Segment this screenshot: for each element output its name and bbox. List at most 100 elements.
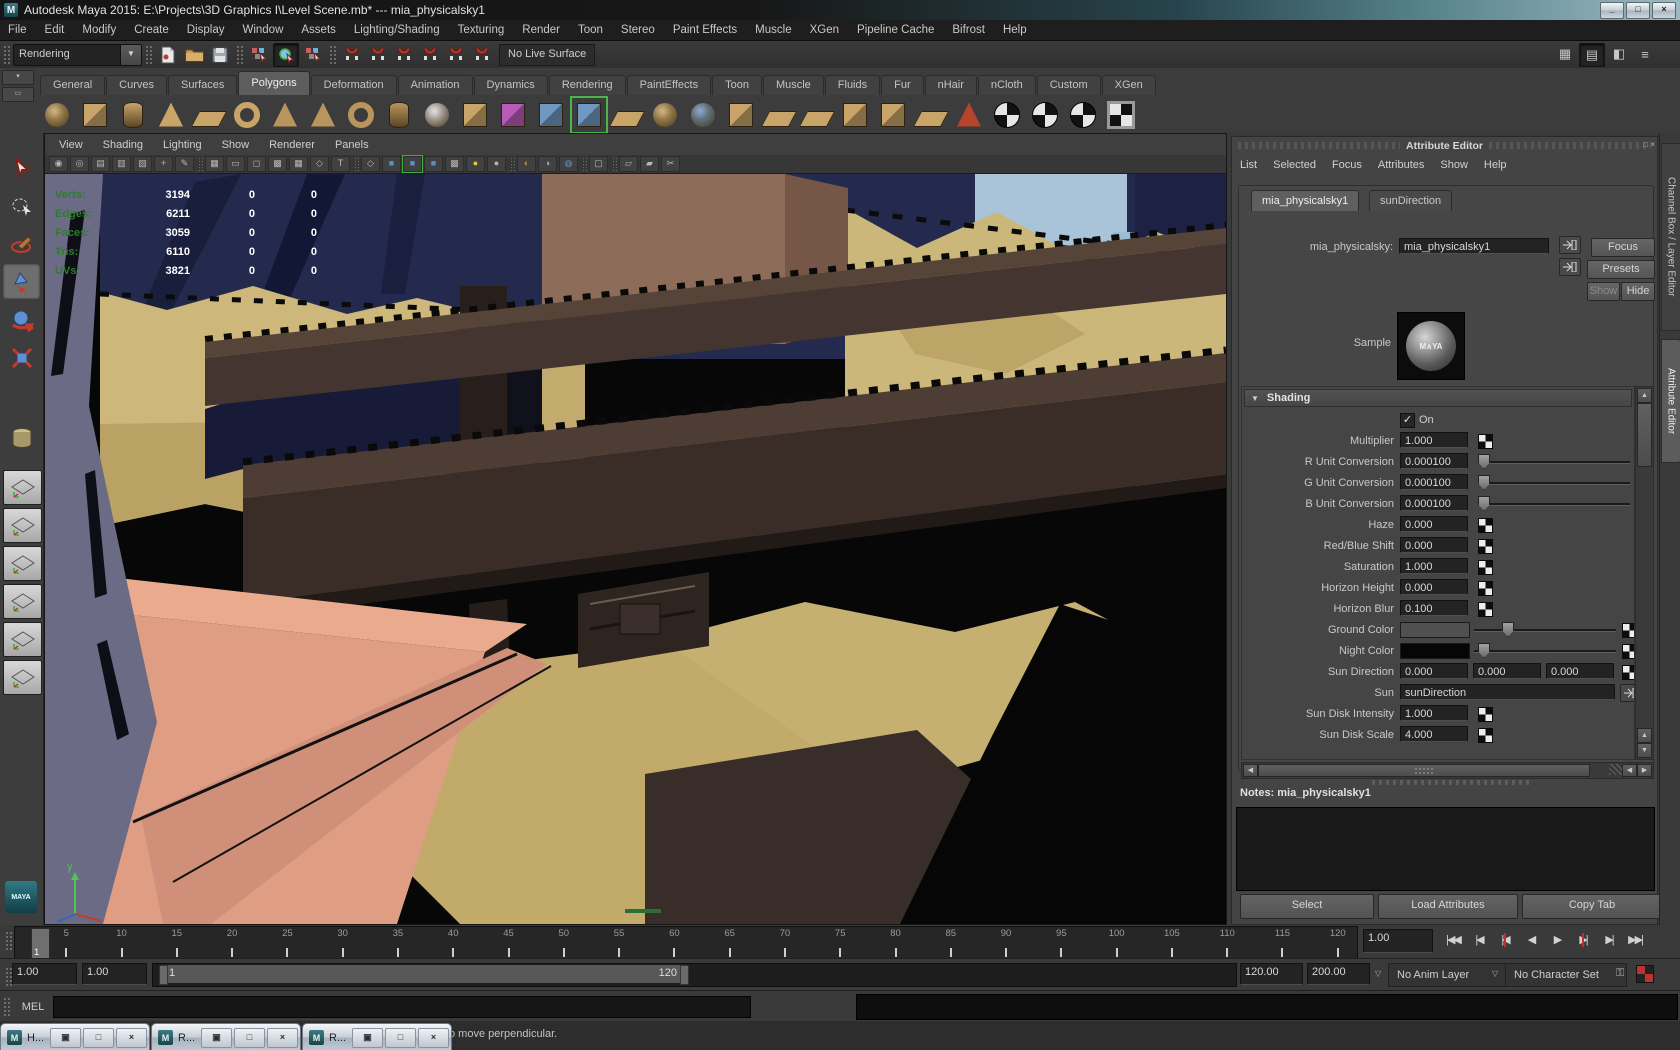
quad-draw-icon[interactable] (1028, 98, 1062, 132)
play-forwards-button[interactable]: ▶ (1544, 928, 1570, 952)
use-default-material-icon[interactable]: ■ (424, 156, 443, 172)
command-line-grip[interactable] (3, 997, 10, 1017)
open-scene-icon[interactable] (182, 44, 206, 66)
snap-to-point-icon[interactable] (392, 44, 416, 66)
poly-soccer-ball-icon[interactable] (420, 98, 454, 132)
sun-disk-intensity-map-button[interactable] (1478, 707, 1493, 722)
range-bar-track[interactable]: 1 120 (152, 963, 1237, 987)
isolate-select-icon[interactable]: ▢ (589, 156, 608, 172)
poly-plane-icon[interactable] (192, 98, 226, 132)
time-slider-grip[interactable] (5, 931, 12, 951)
poly-sphere-icon[interactable] (40, 98, 74, 132)
minimize-button[interactable]: _ (1600, 2, 1624, 19)
scroll-down-icon[interactable]: ▼ (1637, 743, 1652, 758)
scroll-left-icon[interactable]: ◀ (1243, 764, 1258, 777)
menu-assets[interactable]: Assets (301, 24, 336, 36)
insert-edge-loop-icon[interactable] (876, 98, 910, 132)
maximize-button[interactable]: □ (1626, 2, 1650, 19)
select-tool[interactable] (3, 150, 40, 185)
menu-create[interactable]: Create (134, 24, 169, 36)
notes-divider[interactable] (1372, 780, 1532, 785)
minimized-window[interactable]: MR...▣□× (151, 1023, 301, 1050)
playhead[interactable]: 1 (31, 928, 50, 959)
single-pane-layout[interactable] (3, 470, 42, 505)
poly-cube-icon[interactable] (78, 98, 112, 132)
field-chart-icon[interactable]: ▦ (289, 156, 308, 172)
menu-modify[interactable]: Modify (82, 24, 116, 36)
shading-section-header[interactable]: ▼Shading (1244, 389, 1632, 407)
g-unit-conversion-field[interactable]: 0.000100 (1400, 474, 1468, 490)
menu-file[interactable]: File (8, 24, 27, 36)
snap-to-curve-icon[interactable] (366, 44, 390, 66)
horizon-blur-map-button[interactable] (1478, 602, 1493, 617)
poly-prism-icon[interactable] (268, 98, 302, 132)
saturation-field[interactable]: 1.000 (1400, 558, 1468, 574)
menu-paint-effects[interactable]: Paint Effects (673, 24, 737, 36)
sun-direction-2-field[interactable]: 0.000 (1546, 663, 1614, 679)
command-line-mode-button[interactable]: MEL (13, 1001, 53, 1013)
r-unit-conversion-slider-handle[interactable] (1478, 454, 1490, 469)
shelf-tab-icon[interactable]: ▭ (2, 87, 34, 102)
shelf-tab-fluids[interactable]: Fluids (825, 75, 880, 95)
set-key-icon[interactable]: ⚿ (1616, 967, 1624, 980)
save-scene-icon[interactable] (208, 44, 232, 66)
red-blue-shift-field[interactable]: 0.000 (1400, 537, 1468, 553)
menu-toon[interactable]: Toon (578, 24, 603, 36)
smooth-icon[interactable] (686, 98, 720, 132)
mel-command-input[interactable] (53, 996, 751, 1018)
poly-torus-icon[interactable] (230, 98, 264, 132)
persp-panels-layout[interactable] (3, 584, 42, 619)
horizon-height-field[interactable]: 0.000 (1400, 579, 1468, 595)
character-set-selector[interactable]: No Character Set (1505, 963, 1627, 987)
grease-pencil-icon[interactable]: ✎ (175, 156, 194, 172)
poly-pyramid-icon[interactable] (306, 98, 340, 132)
select-camera-icon[interactable]: ◉ (49, 156, 68, 172)
image-plane-icon[interactable]: ▧ (133, 156, 152, 172)
extrude-icon[interactable] (724, 98, 758, 132)
saturation-map-button[interactable] (1478, 560, 1493, 575)
step-forward-key-button[interactable]: ▶| (1596, 928, 1622, 952)
ae-menu-focus[interactable]: Focus (1332, 159, 1362, 171)
shelf-menu-icon[interactable]: ▾ (2, 70, 34, 85)
move-tool[interactable] (3, 264, 40, 299)
select-button[interactable]: Select (1240, 894, 1374, 919)
animation-start-field[interactable]: 1.00 (12, 963, 77, 985)
ae-vertical-scrollbar[interactable]: ▲▲▼ (1635, 386, 1654, 760)
sculpt-geometry-icon[interactable] (496, 98, 530, 132)
sun-direction-1-field[interactable]: 0.000 (1473, 663, 1541, 679)
bookmark-icon[interactable]: ▥ (112, 156, 131, 172)
uv-snapshot-icon[interactable] (1104, 98, 1138, 132)
checker-material-icon[interactable]: ▩ (445, 156, 464, 172)
ground-color-map-button[interactable] (1622, 623, 1635, 638)
range-bar[interactable]: 1 120 (159, 965, 689, 983)
ae-menu-help[interactable]: Help (1484, 159, 1507, 171)
resolution-gate-icon[interactable]: ◻ (247, 156, 266, 172)
bridge-icon[interactable] (762, 98, 796, 132)
restore-window-icon[interactable]: ▣ (50, 1028, 81, 1048)
lock-camera-icon[interactable]: ◎ (70, 156, 89, 172)
hypergraph-persp-layout[interactable] (3, 622, 42, 657)
snap-to-grid-icon[interactable] (340, 44, 364, 66)
ground-color-swatch[interactable] (1400, 622, 1470, 638)
lasso-tool[interactable] (3, 188, 40, 223)
shelf-tab-curves[interactable]: Curves (106, 75, 167, 95)
sun-connection-icon[interactable] (1620, 684, 1635, 702)
range-start-handle[interactable] (159, 965, 168, 985)
four-pane-layout[interactable] (3, 508, 42, 543)
show-button[interactable]: Show (1587, 282, 1620, 301)
horizon-blur-field[interactable]: 0.100 (1400, 600, 1468, 616)
poly-pipe-icon[interactable] (344, 98, 378, 132)
shaded-mode-icon[interactable]: ■ (382, 156, 401, 172)
lights-icon[interactable]: ● (466, 156, 485, 172)
make-object-live-icon[interactable] (470, 44, 494, 66)
notes-textarea[interactable] (1236, 807, 1655, 891)
viewport-menu-show[interactable]: Show (222, 139, 250, 151)
character-set-dropdown-icon[interactable]: ▽ (1492, 969, 1498, 978)
playback-start-field[interactable]: 1.00 (82, 963, 147, 985)
convert-icon[interactable] (1066, 98, 1100, 132)
b-unit-conversion-slider-handle[interactable] (1478, 496, 1490, 511)
anim-layer-dropdown-icon[interactable]: ▽ (1375, 969, 1381, 978)
ambient-occlusion-icon[interactable]: ◐ (517, 156, 536, 172)
paint-select-tool[interactable] (3, 226, 40, 261)
safe-action-icon[interactable]: ◇ (310, 156, 329, 172)
